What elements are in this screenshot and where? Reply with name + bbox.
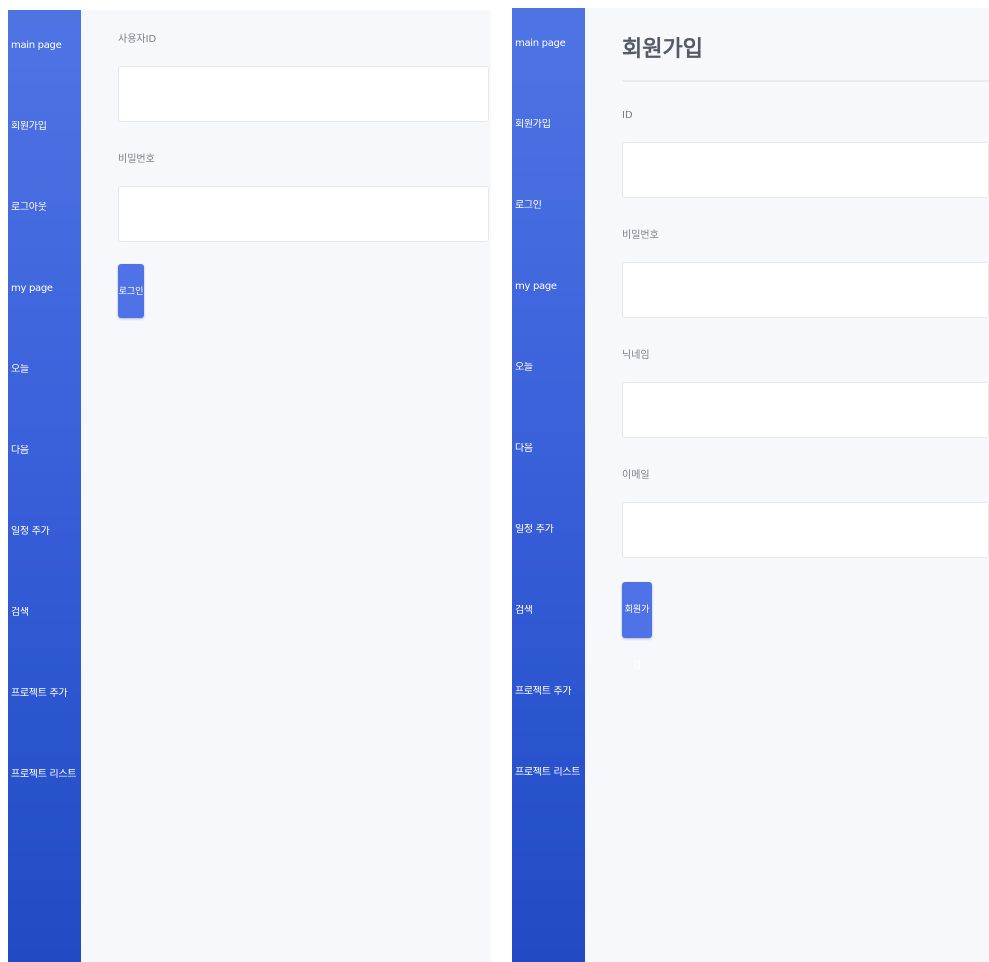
email-input[interactable] xyxy=(622,502,989,558)
id-label: ID xyxy=(622,110,633,121)
title-divider xyxy=(622,80,989,82)
password-input[interactable] xyxy=(622,262,989,318)
sidebar-nav: main page 회원가입 로그인 my page 오늘 다음 일정 추가 검… xyxy=(512,8,585,962)
sidebar-item-today[interactable]: 오늘 xyxy=(8,364,81,445)
sidebar-item-project-list[interactable]: 프로젝트 리스트 xyxy=(8,769,81,850)
sidebar-item-next[interactable]: 다음 xyxy=(512,443,585,524)
sidebar-item-main-page[interactable]: main page xyxy=(8,40,81,121)
sidebar-item-my-page[interactable]: my page xyxy=(512,281,585,362)
email-label: 이메일 xyxy=(622,470,650,481)
page-title: 회원가입 xyxy=(622,37,703,62)
sidebar-item-signup[interactable]: 회원가입 xyxy=(512,119,585,200)
sidebar-item-add-project[interactable]: 프로젝트 추가 xyxy=(8,688,81,769)
sidebar-item-next[interactable]: 다음 xyxy=(8,445,81,526)
username-input[interactable] xyxy=(118,66,489,122)
sidebar-item-add-project[interactable]: 프로젝트 추가 xyxy=(512,686,585,767)
sidebar-item-login[interactable]: 로그인 xyxy=(512,200,585,281)
id-input[interactable] xyxy=(622,142,989,198)
sidebar-item-logout[interactable]: 로그아웃 xyxy=(8,202,81,283)
screenshot-canvas: main page 회원가입 로그아웃 my page 오늘 다음 일정 추가 … xyxy=(0,0,989,962)
login-panel: main page 회원가입 로그아웃 my page 오늘 다음 일정 추가 … xyxy=(8,10,491,962)
password-label: 비밀번호 xyxy=(118,154,155,165)
signup-button[interactable]: 회원가입 xyxy=(622,582,652,671)
sidebar-item-signup[interactable]: 회원가입 xyxy=(8,121,81,202)
sidebar-item-my-page[interactable]: my page xyxy=(8,283,81,364)
password-label: 비밀번호 xyxy=(622,230,659,241)
username-label: 사용자ID xyxy=(118,34,157,45)
signup-panel: main page 회원가입 로그인 my page 오늘 다음 일정 추가 검… xyxy=(512,8,989,962)
nickname-input[interactable] xyxy=(622,382,989,438)
sidebar-item-search[interactable]: 검색 xyxy=(8,607,81,688)
sidebar-item-project-list[interactable]: 프로젝트 리스트 xyxy=(512,767,585,848)
sidebar-nav: main page 회원가입 로그아웃 my page 오늘 다음 일정 추가 … xyxy=(8,10,81,962)
nickname-label: 닉네임 xyxy=(622,350,650,361)
login-form: 사용자ID 비밀번호 로그인 xyxy=(81,10,491,962)
sidebar-item-main-page[interactable]: main page xyxy=(512,38,585,119)
signup-form: 회원가입 ID 비밀번호 닉네임 이메일 회원가입 xyxy=(585,8,989,962)
login-button[interactable]: 로그인 xyxy=(118,264,144,318)
sidebar-item-add-schedule[interactable]: 일정 추가 xyxy=(8,526,81,607)
sidebar-item-add-schedule[interactable]: 일정 추가 xyxy=(512,524,585,605)
password-input[interactable] xyxy=(118,186,489,242)
sidebar-item-search[interactable]: 검색 xyxy=(512,605,585,686)
sidebar-item-today[interactable]: 오늘 xyxy=(512,362,585,443)
